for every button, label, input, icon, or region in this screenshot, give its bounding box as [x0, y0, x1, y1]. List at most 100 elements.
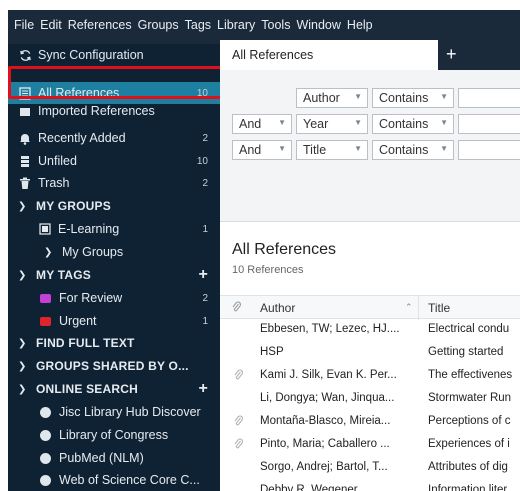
group-icon	[38, 222, 52, 236]
advanced-search-panel: Author ▼ Contains ▼ And ▼ Year ▼ Contain…	[220, 70, 520, 222]
section-my-tags[interactable]: ❯ MY TAGS +	[8, 264, 220, 286]
field-select[interactable]: Author ▼	[296, 88, 368, 108]
sidebar-item-label: Trash	[38, 176, 70, 190]
chevron-down-icon: ❯	[44, 246, 53, 258]
menu-window[interactable]: Window	[296, 18, 340, 32]
bell-icon	[18, 131, 32, 145]
sidebar-item-label: Unfiled	[38, 154, 77, 168]
paperclip-icon	[234, 438, 244, 453]
sidebar-item-recently-added[interactable]: Recently Added 2	[8, 127, 220, 149]
cell-title: Information liter	[428, 484, 508, 491]
count-badge: 1	[202, 315, 208, 327]
section-label: GROUPS SHARED BY O...	[36, 359, 189, 373]
cell-title: Getting started	[428, 346, 504, 358]
chevron-down-icon: ❯	[18, 200, 27, 212]
sidebar-item-label: Recently Added	[38, 131, 126, 145]
tab-all-references[interactable]: All References	[220, 40, 438, 70]
table-row[interactable]: HSP Getting started	[220, 342, 520, 365]
field-select[interactable]: Year ▼	[296, 114, 368, 134]
chevron-down-icon: ▼	[440, 118, 448, 127]
table-row[interactable]: Li, Dongya; Wan, Jinqua... Stormwater Run	[220, 388, 520, 411]
add-tag-icon[interactable]: +	[198, 266, 208, 284]
table-row[interactable]: Ebbesen, TW; Lezec, HJ.... Electrical con…	[220, 319, 520, 342]
menu-groups[interactable]: Groups	[138, 18, 179, 32]
chevron-down-icon: ▼	[440, 144, 448, 153]
field-select[interactable]: Title ▼	[296, 140, 368, 160]
table-row[interactable]: Šorgo, Andrej; Bartol, T... Attributes of…	[220, 457, 520, 480]
add-tab-button[interactable]: +	[446, 44, 457, 65]
globe-icon	[40, 474, 51, 486]
sync-icon	[18, 48, 32, 62]
boolean-select[interactable]: And ▼	[232, 114, 292, 134]
menu-tools[interactable]: Tools	[261, 18, 290, 32]
main-panel: All References + Author ▼ Contains ▼ And…	[220, 40, 520, 491]
sidebar-item-label: E-Learning	[58, 222, 120, 236]
sidebar-item-sync[interactable]: Sync Configuration	[8, 44, 220, 66]
globe-icon	[40, 452, 51, 464]
add-search-icon[interactable]: +	[198, 380, 208, 398]
operator-select[interactable]: Contains ▼	[372, 114, 454, 134]
section-label: ONLINE SEARCH	[36, 382, 138, 396]
sidebar-item-elearning[interactable]: E-Learning 1	[8, 218, 220, 240]
sidebar-item-trash[interactable]: Trash 2	[8, 172, 220, 194]
reference-count: 10 References	[232, 264, 304, 276]
section-my-groups[interactable]: ❯ MY GROUPS	[8, 195, 220, 217]
section-label: MY TAGS	[36, 268, 91, 282]
sidebar-item-label: Sync Configuration	[38, 48, 144, 62]
sidebar-item-unfiled[interactable]: Unfiled 10	[8, 150, 220, 172]
operator-select[interactable]: Contains ▼	[372, 88, 454, 108]
table-row[interactable]: Debby R. Wegener Information liter	[220, 480, 520, 491]
sidebar-item-label: All References	[38, 86, 120, 100]
tag-purple-icon	[40, 293, 51, 303]
chevron-down-icon: ▼	[440, 92, 448, 101]
column-author[interactable]: Author	[260, 301, 295, 315]
section-find-full-text[interactable]: ❯ FIND FULL TEXT	[8, 332, 220, 354]
search-value-input[interactable]	[458, 88, 520, 108]
sidebar-item-my-groups[interactable]: ❯ My Groups	[8, 241, 220, 263]
section-groups-shared[interactable]: ❯ GROUPS SHARED BY O...	[8, 355, 220, 377]
sidebar-item-pubmed[interactable]: PubMed (NLM)	[8, 447, 220, 469]
sidebar-item-label: Urgent	[59, 314, 97, 328]
sidebar-item-all-references[interactable]: All References 10	[8, 82, 220, 104]
menu-file[interactable]: File	[14, 18, 34, 32]
count-badge: 10	[196, 155, 208, 167]
cell-author: Ebbesen, TW; Lezec, HJ....	[260, 323, 400, 335]
sort-up-icon: ⌃	[405, 302, 413, 312]
column-title[interactable]: Title	[428, 301, 450, 315]
table-row[interactable]: Pinto, Maria; Caballero ... Experiences o…	[220, 434, 520, 457]
cell-title: Experiences of i	[428, 438, 510, 450]
sidebar-item-wos[interactable]: Web of Science Core C...	[8, 469, 220, 491]
chevron-down-icon: ❯	[18, 337, 27, 349]
library-icon	[18, 86, 32, 100]
search-value-input[interactable]	[458, 140, 520, 160]
sidebar-item-loc[interactable]: Library of Congress	[8, 424, 220, 446]
chevron-down-icon: ▼	[278, 118, 286, 127]
boolean-select[interactable]: And ▼	[232, 140, 292, 160]
count-badge: 2	[202, 132, 208, 144]
menu-library[interactable]: Library	[217, 18, 255, 32]
paperclip-icon[interactable]	[232, 301, 242, 316]
tag-red-icon	[40, 316, 51, 326]
operator-select[interactable]: Contains ▼	[372, 140, 454, 160]
sidebar-item-jisc[interactable]: Jisc Library Hub Discover	[8, 401, 220, 423]
search-value-input[interactable]	[458, 114, 520, 134]
column-divider[interactable]	[418, 296, 419, 320]
cell-author: Montaña-Blasco, Mireia...	[260, 415, 391, 427]
sidebar-item-label: Jisc Library Hub Discover	[59, 405, 201, 419]
menu-tags[interactable]: Tags	[185, 18, 211, 32]
table-row[interactable]: Kami J. Silk, Evan K. Per... The effectiv…	[220, 365, 520, 388]
sidebar-item-for-review[interactable]: For Review 2	[8, 287, 220, 309]
cell-author: Pinto, Maria; Caballero ...	[260, 438, 390, 450]
menu-edit[interactable]: Edit	[40, 18, 62, 32]
menu-references[interactable]: References	[68, 18, 132, 32]
menu-bar: File Edit References Groups Tags Library…	[8, 10, 520, 40]
menu-help[interactable]: Help	[347, 18, 373, 32]
sidebar-item-imported[interactable]: Imported References	[8, 104, 220, 118]
cell-title: Perceptions of c	[428, 415, 511, 427]
table-row[interactable]: Montaña-Blasco, Mireia... Perceptions of …	[220, 411, 520, 434]
section-online-search[interactable]: ❯ ONLINE SEARCH +	[8, 378, 220, 400]
section-label: MY GROUPS	[36, 199, 111, 213]
chevron-down-icon: ▼	[354, 144, 362, 153]
sidebar-item-urgent[interactable]: Urgent 1	[8, 310, 220, 332]
cell-author: Li, Dongya; Wan, Jinqua...	[260, 392, 395, 404]
